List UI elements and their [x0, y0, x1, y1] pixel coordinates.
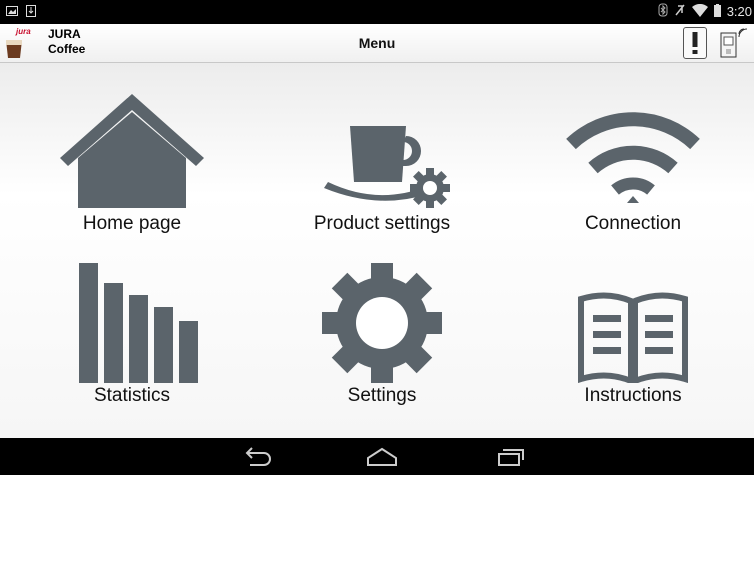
app-bar: jura JURA Coffee Menu [0, 24, 754, 63]
wifi-icon [566, 112, 700, 203]
mute-icon [674, 3, 686, 20]
home-button[interactable] [362, 444, 402, 470]
coffee-machine-button[interactable] [718, 27, 748, 59]
menu-item-instructions[interactable]: Instructions [523, 258, 743, 413]
house-icon [60, 94, 204, 208]
menu-item-label: Connection [584, 213, 682, 234]
menu-item-connection[interactable]: Connection [523, 85, 743, 240]
bar-chart-icon [79, 263, 198, 383]
menu-item-label: Product settings [313, 213, 451, 234]
menu-grid: Home page Product settings Connection St… [0, 63, 754, 438]
menu-item-settings[interactable]: Settings [272, 258, 492, 413]
clock: 3:20 [726, 4, 752, 19]
gear-icon [322, 263, 442, 383]
menu-item-statistics[interactable]: Statistics [22, 258, 242, 413]
wifi-signal-icon [691, 3, 708, 20]
cup-gear-icon [324, 126, 450, 208]
exclamation-icon [692, 32, 698, 54]
menu-item-label: Home page [82, 213, 182, 234]
picture-notification-icon [6, 4, 18, 22]
back-button[interactable] [236, 444, 276, 470]
menu-item-home-page[interactable]: Home page [22, 85, 242, 240]
navigation-bar [0, 438, 754, 475]
bluetooth-icon [658, 3, 668, 20]
coffee-machine-icon [720, 28, 748, 58]
menu-item-label: Instructions [584, 385, 682, 406]
recent-apps-icon [498, 449, 524, 466]
book-icon [578, 292, 688, 383]
download-notification-icon [26, 4, 36, 22]
menu-item-label: Statistics [93, 385, 171, 406]
back-icon [245, 447, 271, 466]
home-icon [367, 447, 397, 466]
recent-apps-button[interactable] [490, 444, 530, 470]
battery-icon [713, 3, 721, 20]
alert-button[interactable] [683, 27, 707, 59]
menu-item-product-settings[interactable]: Product settings [272, 85, 492, 240]
status-bar: 3:20 [0, 0, 754, 24]
menu-item-label: Settings [347, 385, 417, 406]
page-title: Menu [358, 35, 396, 51]
